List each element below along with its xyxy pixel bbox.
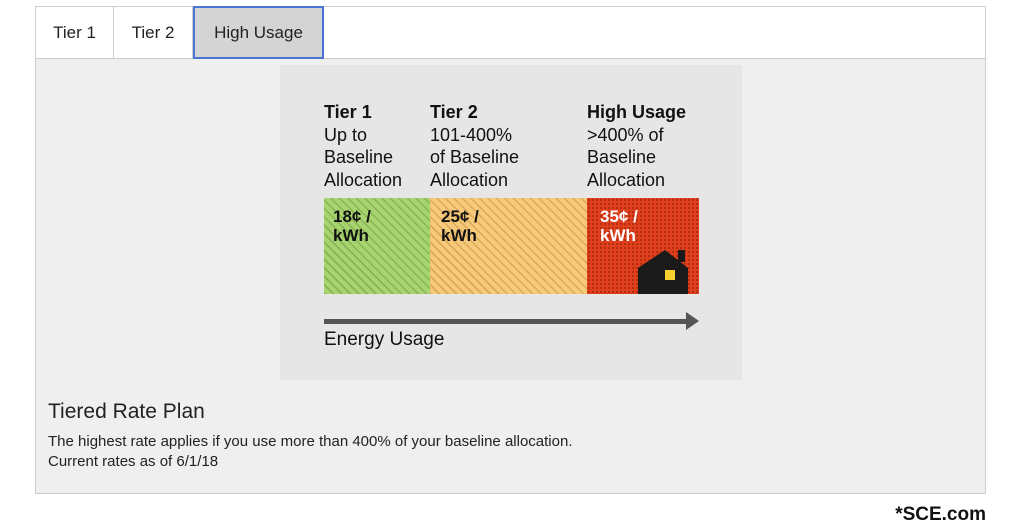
tier-2-title: Tier 2	[430, 102, 478, 122]
plan-description-text: The highest rate applies if you use more…	[48, 433, 573, 450]
rate-plan-widget: Tier 1 Tier 2 High Usage Tier 1 Up to Ba…	[35, 6, 986, 494]
energy-usage-arrow	[324, 319, 688, 324]
high-usage-rate-value: 35¢ /	[600, 207, 638, 226]
tab-high-usage[interactable]: High Usage	[193, 6, 324, 59]
high-usage-line: Allocation	[587, 169, 666, 190]
tier-2-header: Tier 2 101-400% of Baseline Allocation	[430, 101, 519, 191]
tier-1-header: Tier 1 Up to Baseline Allocation	[324, 101, 402, 191]
source-credit: *SCE.com	[895, 504, 986, 525]
high-usage-title: High Usage	[587, 102, 687, 122]
tier-2-rate-unit: kWh	[441, 226, 477, 245]
high-usage-rate: 35¢ / kWh	[600, 207, 638, 245]
tier-1-title: Tier 1	[324, 102, 372, 122]
tier-1-rate: 18¢ / kWh	[333, 207, 371, 245]
arrow-head-icon	[686, 312, 699, 330]
tab-tier-1[interactable]: Tier 1	[36, 7, 114, 58]
tab-bar: Tier 1 Tier 2 High Usage	[36, 6, 985, 59]
tier-2-rate-value: 25¢ /	[441, 207, 479, 226]
tier-1-rate-unit: kWh	[333, 226, 369, 245]
rates-date: Current rates as of 6/1/18	[48, 453, 219, 470]
tier-1-line: Up to	[324, 124, 368, 145]
tier-2-line: 101-400%	[430, 124, 513, 145]
tier-2-line: of Baseline	[430, 147, 520, 167]
tier-2-line: Allocation	[430, 169, 509, 190]
tier-graphic: Tier 1 Up to Baseline Allocation Tier 2 …	[280, 65, 742, 380]
high-usage-line: Baseline	[587, 147, 657, 167]
tier-1-line: Allocation	[324, 169, 403, 190]
high-usage-header: High Usage >400% of Baseline Allocation	[587, 101, 686, 191]
tier-1-rate-value: 18¢ /	[333, 207, 371, 226]
house-icon	[638, 250, 688, 294]
energy-usage-label: Energy Usage	[324, 329, 445, 350]
tab-tier-2[interactable]: Tier 2	[114, 7, 193, 58]
tier-1-line: Baseline	[324, 147, 394, 167]
high-usage-line: >400% of	[587, 124, 664, 145]
plan-description: The highest rate applies if you use more…	[48, 432, 573, 472]
high-usage-rate-unit: kWh	[600, 226, 636, 245]
plan-title: Tiered Rate Plan	[48, 400, 205, 423]
tier-2-rate: 25¢ / kWh	[441, 207, 479, 245]
